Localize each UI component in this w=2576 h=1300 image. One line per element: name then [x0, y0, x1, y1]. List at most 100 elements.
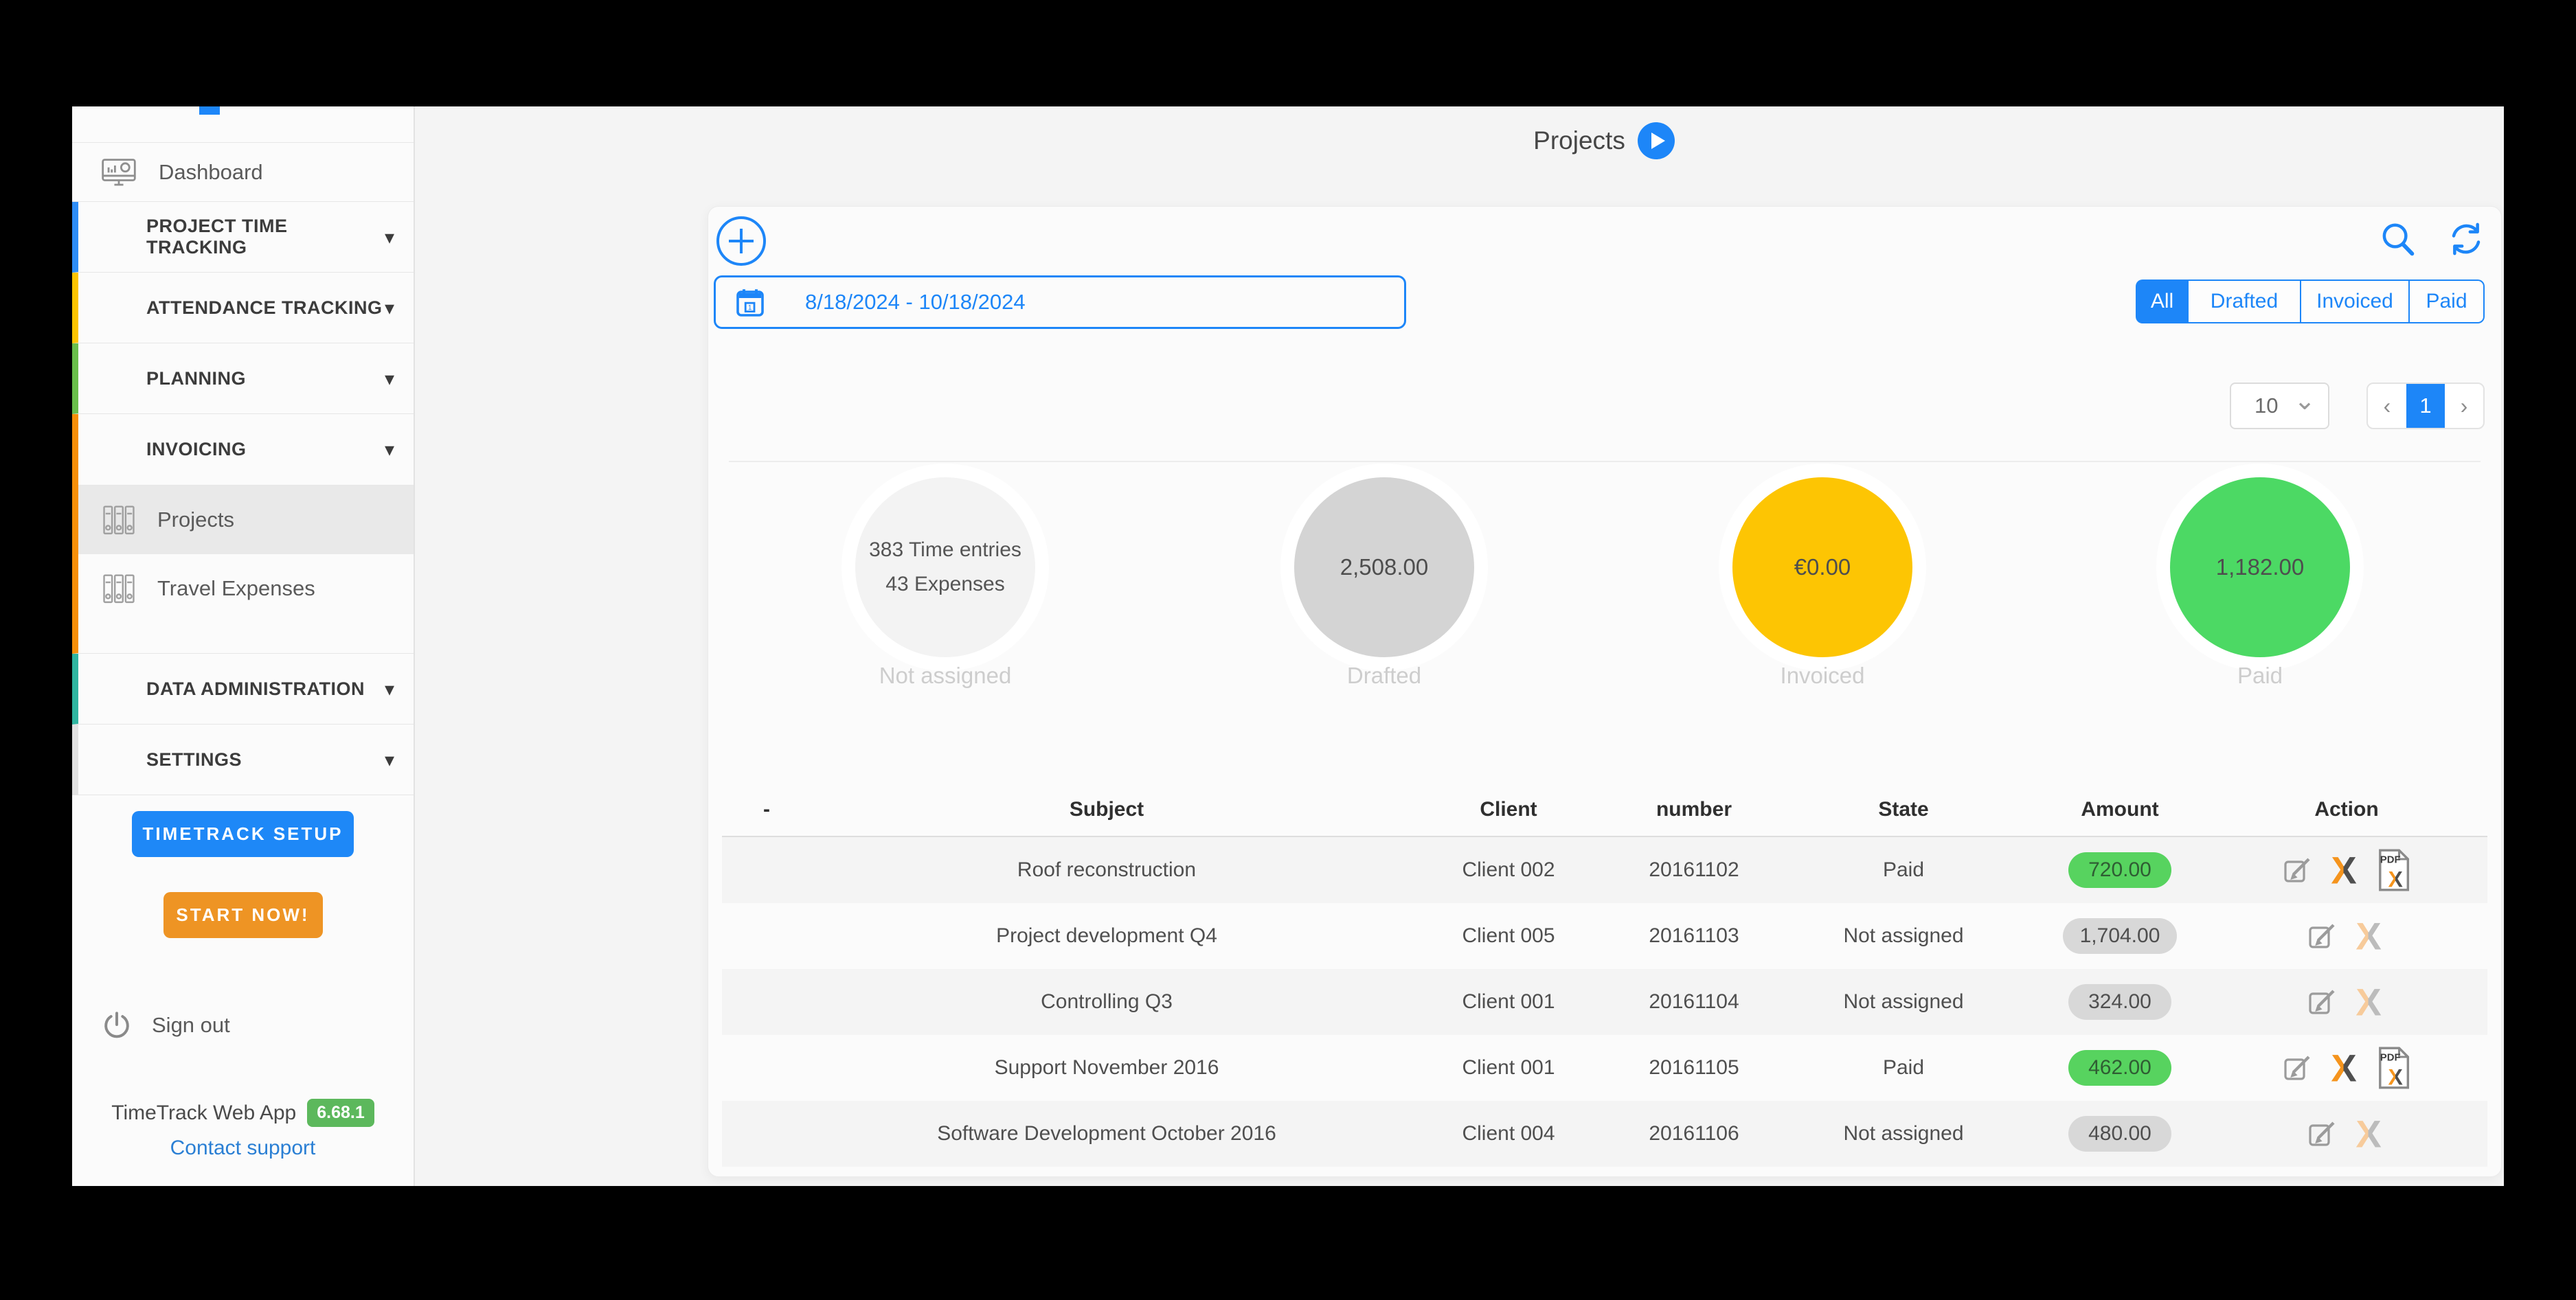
sidebar-item-dashboard[interactable]: Dashboard	[72, 143, 414, 202]
table-row[interactable]: Project development Q4 Client 005 201611…	[722, 903, 2487, 969]
edit-icon[interactable]	[2281, 1051, 2314, 1084]
sidebar-item-label: Travel Expenses	[157, 576, 315, 601]
cell-number: 20161102	[1615, 858, 1773, 882]
amount-pill: 1,704.00	[2063, 918, 2178, 954]
pdf-export-icon[interactable]: PDF X	[2374, 1046, 2413, 1090]
svg-text:X: X	[2331, 1049, 2356, 1087]
table-row[interactable]: Controlling Q3 Client 001 20161104 Not a…	[722, 969, 2487, 1035]
contact-support-link[interactable]: Contact support	[170, 1137, 316, 1160]
sidebar-section-invoicing-header[interactable]: INVOICING ▾	[78, 414, 414, 486]
cancel-x-icon-disabled: X	[2349, 983, 2388, 1021]
tab-all[interactable]: All	[2136, 280, 2188, 323]
sidebar-item-projects[interactable]: Projects	[78, 486, 414, 554]
page-size-select[interactable]: 10 ⌄	[2230, 383, 2329, 429]
circle-label: Drafted	[1240, 663, 1528, 689]
edit-icon[interactable]	[2305, 985, 2338, 1018]
page-header: Projects	[708, 106, 2500, 175]
col-subject[interactable]: Subject	[811, 798, 1402, 821]
chevron-down-icon: ▾	[385, 438, 394, 461]
cancel-x-icon-disabled: X	[2349, 917, 2388, 955]
amount-pill: 324.00	[2068, 984, 2171, 1020]
search-icon[interactable]	[2379, 220, 2416, 258]
edit-icon[interactable]	[2305, 920, 2338, 953]
cell-number: 20161105	[1615, 1056, 1773, 1080]
prev-page-button[interactable]: ‹	[2368, 384, 2406, 428]
cell-state: Not assigned	[1773, 924, 2034, 948]
svg-text:X: X	[2355, 917, 2381, 955]
chevron-down-icon: ⌄	[2294, 394, 2316, 408]
cell-client: Client 002	[1402, 858, 1615, 882]
section-label: PLANNING	[146, 368, 246, 389]
pdf-export-icon[interactable]: PDF X	[2374, 848, 2413, 892]
table-row[interactable]: Support November 2016 Client 001 2016110…	[722, 1035, 2487, 1101]
sidebar: Dashboard PROJECT TIME TRACKING ▾ ATTEND…	[72, 106, 415, 1186]
col-amount[interactable]: Amount	[2034, 798, 2206, 821]
circle-line2: 43 Expenses	[885, 573, 1004, 596]
binder-icon	[100, 572, 138, 605]
sidebar-section-attendance-tracking[interactable]: ATTENDANCE TRACKING ▾	[72, 273, 414, 343]
status-filter-tabs: All Drafted Invoiced Paid	[2136, 280, 2485, 323]
divider	[729, 461, 2481, 462]
table-row[interactable]: Software Development October 2016 Client…	[722, 1101, 2487, 1167]
cell-number: 20161104	[1615, 990, 1773, 1014]
cell-subject: Controlling Q3	[811, 990, 1402, 1014]
edit-icon[interactable]	[2281, 854, 2314, 887]
tab-invoiced[interactable]: Invoiced	[2301, 280, 2409, 323]
start-now-button[interactable]: START NOW!	[163, 892, 323, 938]
cell-state: Paid	[1773, 1056, 2034, 1080]
circle-fill: 1,182.00	[2170, 477, 2350, 657]
svg-text:X: X	[2388, 867, 2404, 892]
sidebar-section-planning[interactable]: PLANNING ▾	[72, 343, 414, 414]
table-row[interactable]: Roof reconstruction Client 002 20161102 …	[722, 837, 2487, 903]
summary-circle-paid: 1,182.00	[2156, 464, 2364, 671]
cell-client: Client 001	[1402, 1056, 1615, 1080]
sidebar-item-travel-expenses[interactable]: Travel Expenses	[78, 554, 414, 623]
table-header: - Subject Client number State Amount Act…	[722, 784, 2487, 837]
page-size-value: 10	[2255, 394, 2278, 418]
app-window: Dashboard PROJECT TIME TRACKING ▾ ATTEND…	[72, 106, 2504, 1186]
amount-pill: 720.00	[2068, 852, 2171, 888]
cell-client: Client 004	[1402, 1122, 1615, 1145]
col-number[interactable]: number	[1615, 798, 1773, 821]
cell-client: Client 005	[1402, 924, 1615, 948]
summary-circle-invoiced: €0.00	[1719, 464, 1926, 671]
col-client[interactable]: Client	[1402, 798, 1615, 821]
sidebar-section-project-time-tracking[interactable]: PROJECT TIME TRACKING ▾	[72, 202, 414, 273]
circle-fill: 2,508.00	[1294, 477, 1474, 657]
circle-fill: €0.00	[1732, 477, 1912, 657]
refresh-icon[interactable]	[2448, 220, 2485, 258]
calendar-icon: 1	[734, 286, 767, 319]
cancel-x-icon[interactable]: X	[2325, 851, 2363, 889]
circle-value: 1,182.00	[2216, 554, 2304, 580]
cancel-x-icon[interactable]: X	[2325, 1049, 2363, 1087]
tab-drafted[interactable]: Drafted	[2188, 280, 2301, 323]
section-label: INVOICING	[146, 439, 247, 460]
sign-out-label: Sign out	[152, 1013, 230, 1038]
cell-number: 20161106	[1615, 1122, 1773, 1145]
chevron-down-icon: ▾	[385, 678, 394, 700]
circle-line1: 383 Time entries	[869, 538, 1021, 562]
next-page-button[interactable]: ›	[2445, 384, 2483, 428]
cell-state: Paid	[1773, 858, 2034, 882]
chevron-down-icon: ▾	[385, 297, 394, 319]
sidebar-header-cutoff	[72, 106, 414, 143]
sidebar-section-settings[interactable]: SETTINGS ▾	[72, 725, 414, 795]
sign-out-button[interactable]: Sign out	[100, 1001, 230, 1049]
timetrack-setup-button[interactable]: TIMETRACK SETUP	[132, 811, 354, 857]
add-project-button[interactable]	[716, 216, 766, 266]
version-badge: 6.68.1	[307, 1099, 374, 1127]
svg-text:1: 1	[748, 304, 752, 312]
screen: Dashboard PROJECT TIME TRACKING ▾ ATTEND…	[0, 0, 2576, 1300]
tab-paid[interactable]: Paid	[2409, 280, 2485, 323]
current-page[interactable]: 1	[2406, 384, 2445, 428]
play-icon[interactable]	[1638, 122, 1675, 159]
sidebar-section-data-administration[interactable]: DATA ADMINISTRATION ▾	[72, 654, 414, 725]
date-range-value: 8/18/2024 - 10/18/2024	[805, 290, 1026, 315]
projects-table: - Subject Client number State Amount Act…	[722, 784, 2487, 1167]
page-title: Projects	[1533, 126, 1625, 155]
svg-text:X: X	[2355, 983, 2381, 1021]
date-range-picker[interactable]: 1 8/18/2024 - 10/18/2024	[714, 275, 1406, 329]
col-state[interactable]: State	[1773, 798, 2034, 821]
edit-icon[interactable]	[2305, 1117, 2338, 1150]
summary-circle-drafted: 2,508.00	[1280, 464, 1488, 671]
